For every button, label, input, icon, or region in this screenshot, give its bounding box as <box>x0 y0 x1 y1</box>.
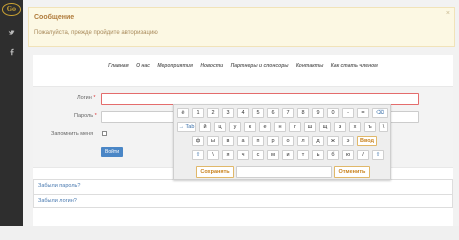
key-r[interactable]: р <box>267 136 279 146</box>
tab-key[interactable]: → Tab <box>177 122 196 132</box>
main-area: Сообщение Пожалуйста, прежде пройдите ав… <box>23 0 459 226</box>
nav-item-contacts[interactable]: Контакты <box>296 63 323 69</box>
nav-item-events[interactable]: Мероприятия <box>157 63 193 69</box>
key-n[interactable]: н <box>274 122 286 132</box>
key-slash[interactable]: / <box>357 150 369 160</box>
key-5[interactable]: 5 <box>252 108 264 118</box>
forgot-login-link[interactable]: Забыли логин? <box>34 194 452 207</box>
shift-left-key[interactable]: ⇧ <box>192 150 204 160</box>
key-hard-sign[interactable]: ъ <box>364 122 376 132</box>
nav-item-home[interactable]: Главная <box>108 63 129 69</box>
twitter-icon[interactable] <box>7 29 16 38</box>
remember-checkbox[interactable] <box>102 131 107 136</box>
key-a[interactable]: а <box>237 136 249 146</box>
facebook-icon[interactable] <box>7 48 16 57</box>
key-p[interactable]: п <box>252 136 264 146</box>
cancel-button[interactable]: Отменить <box>334 166 370 178</box>
shift-right-key[interactable]: ⇧ <box>372 150 384 160</box>
key-u[interactable]: у <box>229 122 241 132</box>
nav-item-about[interactable]: О нас <box>136 63 150 69</box>
key-1[interactable]: 1 <box>192 108 204 118</box>
nav-item-news[interactable]: Новости <box>200 63 223 69</box>
key-i[interactable]: и <box>282 150 294 160</box>
password-label: Пароль * <box>74 113 97 119</box>
site-logo[interactable]: Go <box>2 3 21 16</box>
virtual-keyboard: ё 1 2 3 4 5 6 7 8 9 0 - = ⌫ → Tab й ц у … <box>173 104 391 180</box>
key-7[interactable]: 7 <box>282 108 294 118</box>
key-v[interactable]: в <box>222 136 234 146</box>
save-button[interactable]: Сохранять <box>196 166 234 178</box>
nav-item-partners[interactable]: Партнеры и спонсоры <box>231 63 289 69</box>
key-f[interactable]: ф <box>192 136 204 146</box>
key-k[interactable]: к <box>244 122 256 132</box>
key-backslash-2[interactable]: \ <box>207 150 219 160</box>
login-button[interactable]: Войти <box>101 147 123 157</box>
key-t[interactable]: т <box>297 150 309 160</box>
key-3[interactable]: 3 <box>222 108 234 118</box>
key-g[interactable]: г <box>289 122 301 132</box>
key-yu[interactable]: ю <box>342 150 354 160</box>
key-0[interactable]: 0 <box>327 108 339 118</box>
key-z[interactable]: з <box>334 122 346 132</box>
key-y[interactable]: ы <box>207 136 219 146</box>
key-4[interactable]: 4 <box>237 108 249 118</box>
key-backslash[interactable]: \ <box>379 122 388 132</box>
backspace-key[interactable]: ⌫ <box>372 108 388 118</box>
key-kh[interactable]: х <box>349 122 361 132</box>
key-b[interactable]: б <box>327 150 339 160</box>
key-d[interactable]: д <box>312 136 324 146</box>
help-links: Забыли пароль? Забыли логин? <box>33 179 453 208</box>
key-yo[interactable]: ё <box>177 108 189 118</box>
key-soft-sign[interactable]: ь <box>312 150 324 160</box>
key-sh[interactable]: ш <box>304 122 316 132</box>
close-icon[interactable]: × <box>446 10 450 17</box>
alert-message: Сообщение Пожалуйста, прежде пройдите ав… <box>28 7 455 47</box>
key-8[interactable]: 8 <box>297 108 309 118</box>
main-nav: Главная О нас Мероприятия Новости Партне… <box>33 63 453 69</box>
alert-text: Пожалуйста, прежде пройдите авторизацию <box>34 30 158 36</box>
key-ya[interactable]: я <box>222 150 234 160</box>
remember-label: Запомнить меня <box>51 131 94 137</box>
key-l[interactable]: л <box>297 136 309 146</box>
key-ye[interactable]: е <box>259 122 271 132</box>
login-label: Логин * <box>77 95 96 101</box>
alert-title: Сообщение <box>34 14 75 21</box>
key-m[interactable]: м <box>267 150 279 160</box>
key-o[interactable]: о <box>282 136 294 146</box>
key-y-short[interactable]: й <box>199 122 211 132</box>
key-zh[interactable]: ж <box>327 136 339 146</box>
key-ts[interactable]: ц <box>214 122 226 132</box>
key-s[interactable]: с <box>252 150 264 160</box>
key-shch[interactable]: щ <box>319 122 331 132</box>
key-e[interactable]: э <box>342 136 354 146</box>
nav-item-membership[interactable]: Как стать членом <box>331 63 378 69</box>
key-equals[interactable]: = <box>357 108 369 118</box>
enter-key[interactable]: Ввод <box>357 136 377 146</box>
forgot-password-link[interactable]: Забыли пароль? <box>34 180 452 193</box>
key-minus[interactable]: - <box>342 108 354 118</box>
key-ch[interactable]: ч <box>237 150 249 160</box>
space-key[interactable] <box>236 166 332 178</box>
key-2[interactable]: 2 <box>207 108 219 118</box>
key-9[interactable]: 9 <box>312 108 324 118</box>
key-6[interactable]: 6 <box>267 108 279 118</box>
sidebar: Go <box>0 0 23 226</box>
